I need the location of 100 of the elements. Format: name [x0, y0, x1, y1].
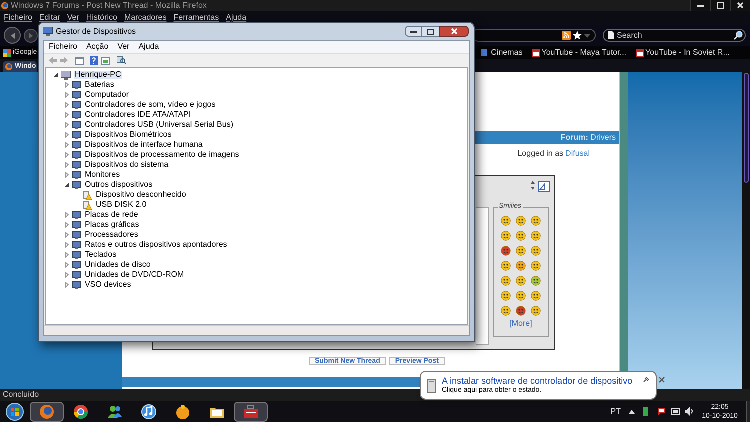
smiley-icon[interactable] — [501, 291, 511, 301]
message-textarea[interactable] — [476, 207, 489, 345]
smiley-icon[interactable] — [531, 306, 541, 316]
tree-item[interactable]: Dispositivos de processamento de imagens — [84, 151, 240, 159]
smiley-icon[interactable] — [501, 306, 511, 316]
expand-arrow-icon[interactable] — [64, 262, 70, 268]
menu-item[interactable]: Histórico — [86, 14, 118, 22]
bookmark-link[interactable]: YouTube - In Soviet R... — [646, 48, 730, 56]
menu-item[interactable]: Ver — [67, 14, 80, 22]
expand-arrow-icon[interactable] — [64, 142, 70, 148]
help-icon[interactable] — [90, 56, 98, 65]
tree-item[interactable]: Controladores de som, vídeo e jogos — [84, 101, 217, 109]
menu-item[interactable]: Marcadores — [124, 14, 167, 22]
search-icon[interactable] — [734, 31, 743, 40]
smiley-icon[interactable] — [501, 276, 511, 286]
tree-item[interactable]: Controladores IDE ATA/ATAPI — [84, 111, 192, 119]
pin-icon[interactable] — [642, 377, 649, 383]
expand-arrow-icon[interactable] — [64, 162, 70, 168]
tree-item[interactable]: Unidades de disco — [84, 261, 152, 269]
tree-item[interactable]: Outros dispositivos — [84, 181, 154, 189]
smiley-icon[interactable] — [531, 291, 541, 301]
smiley-icon[interactable] — [516, 291, 526, 301]
text-format-icon[interactable] — [538, 181, 550, 192]
tree-item[interactable]: Controladores USB (Universal Serial Bus) — [84, 121, 234, 129]
sort-arrows-icon[interactable] — [531, 181, 535, 190]
username-link[interactable]: Difusal — [566, 148, 590, 160]
address-bar[interactable] — [472, 29, 596, 42]
expand-arrow-icon[interactable] — [64, 102, 70, 108]
tree-item[interactable]: Ratos e outros dispositivos apontadores — [84, 241, 228, 249]
tree-item[interactable]: Dispositivos Biométricos — [84, 131, 173, 139]
smiley-icon[interactable] — [516, 216, 526, 226]
smiley-icon[interactable] — [516, 261, 526, 271]
flag-icon[interactable] — [657, 407, 666, 416]
smiley-icon[interactable] — [501, 216, 511, 226]
smiley-icon[interactable] — [531, 261, 541, 271]
smiley-icon[interactable] — [531, 246, 541, 256]
close-icon[interactable] — [658, 377, 665, 383]
tree-item[interactable]: USB DISK 2.0 — [95, 201, 148, 209]
tree-item[interactable]: Dispositivos de interface humana — [84, 141, 204, 149]
expand-arrow-icon[interactable] — [64, 82, 70, 88]
close-button[interactable] — [439, 26, 469, 37]
collapse-arrow-icon[interactable] — [64, 182, 70, 188]
expand-arrow-icon[interactable] — [64, 222, 70, 228]
tree-item[interactable]: VSO devices — [84, 281, 132, 289]
smiley-icon[interactable] — [516, 246, 526, 256]
speaker-icon[interactable] — [685, 407, 694, 416]
window-icon[interactable] — [101, 56, 110, 64]
taskbar-button[interactable] — [30, 402, 64, 422]
expand-arrow-icon[interactable] — [64, 242, 70, 248]
tree-item[interactable]: Computador — [84, 91, 130, 99]
smiley-icon[interactable] — [516, 276, 526, 286]
show-hidden-icons-icon[interactable] — [629, 410, 635, 414]
smiley-icon[interactable] — [531, 231, 541, 241]
maximize-button[interactable] — [422, 26, 439, 37]
tree-item[interactable]: Dispositivos do sistema — [84, 161, 170, 169]
expand-arrow-icon[interactable] — [64, 212, 70, 218]
window-icon[interactable] — [75, 56, 84, 64]
expand-arrow-icon[interactable] — [64, 232, 70, 238]
menu-item[interactable]: Editar — [39, 14, 60, 22]
search-field[interactable]: Search — [603, 29, 746, 42]
forward-button[interactable] — [24, 28, 38, 42]
star-icon[interactable] — [573, 31, 582, 40]
menu-item[interactable]: Ficheiro — [49, 43, 78, 51]
scrollbar[interactable] — [742, 72, 750, 389]
dropdown-arrow-icon[interactable] — [584, 32, 591, 38]
minimize-button[interactable] — [405, 26, 422, 37]
expand-arrow-icon[interactable] — [64, 172, 70, 178]
expand-arrow-icon[interactable] — [64, 92, 70, 98]
collapse-arrow-icon[interactable] — [53, 72, 59, 78]
tree-item[interactable]: Processadores — [84, 231, 140, 239]
smiley-icon[interactable] — [501, 261, 511, 271]
bookmark-link[interactable]: Cinemas — [491, 48, 523, 56]
expand-arrow-icon[interactable] — [64, 122, 70, 128]
expand-arrow-icon[interactable] — [64, 252, 70, 258]
smiley-icon[interactable] — [516, 231, 526, 241]
tree-item[interactable]: Baterias — [84, 81, 116, 89]
smiley-icon[interactable] — [501, 231, 511, 241]
language-indicator[interactable]: PT — [610, 406, 621, 418]
tree-item[interactable]: Unidades de DVD/CD-ROM — [84, 271, 186, 279]
tree-item[interactable]: Dispositivo desconhecido — [95, 191, 188, 199]
scan-icon[interactable] — [117, 56, 126, 65]
menu-item[interactable]: Ajuda — [138, 43, 160, 51]
smiley-icon[interactable] — [531, 276, 541, 286]
more-smilies-link[interactable]: [More] — [510, 320, 532, 328]
smiley-icon[interactable] — [531, 216, 541, 226]
expand-arrow-icon[interactable] — [64, 132, 70, 138]
tree-item[interactable]: Henrique-PC — [74, 71, 122, 79]
tree-item[interactable]: Monitores — [84, 171, 122, 179]
expand-arrow-icon[interactable] — [64, 282, 70, 288]
menu-item[interactable]: Ajuda — [226, 14, 247, 22]
smiley-icon[interactable] — [516, 306, 526, 316]
tree-item[interactable]: Placas gráficas — [84, 221, 140, 229]
scrollbar-thumb[interactable] — [744, 73, 748, 183]
back-button[interactable] — [4, 27, 21, 44]
battery-icon[interactable] — [642, 407, 649, 416]
menu-item[interactable]: Ver — [118, 43, 130, 51]
menu-item[interactable]: Ferramentas — [174, 14, 220, 22]
tree-item[interactable]: Placas de rede — [84, 211, 140, 219]
menu-item[interactable]: Ficheiro — [4, 14, 32, 22]
expand-arrow-icon[interactable] — [64, 112, 70, 118]
